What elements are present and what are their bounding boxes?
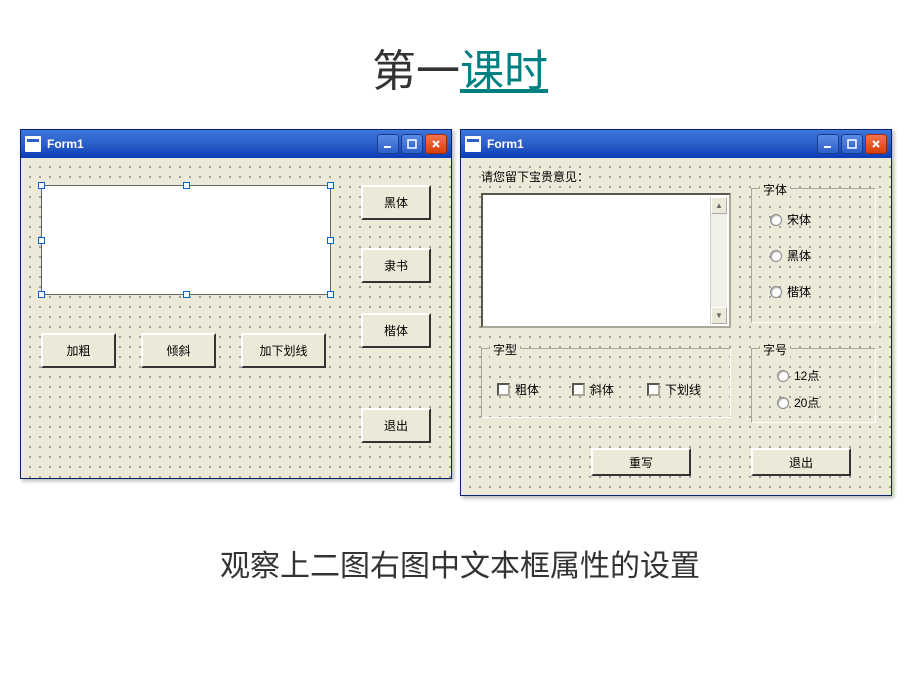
font-hei-radio[interactable]: 黑体: [770, 247, 811, 264]
size-12-radio[interactable]: 12点: [777, 367, 819, 384]
prompt-label: 请您留下宝贵意见：: [481, 168, 589, 185]
style-bold-check[interactable]: 粗体: [497, 381, 539, 398]
form1-window: Form1 黑体 隶书 楷体 加粗 倾斜: [20, 129, 452, 479]
form2-window-controls: [817, 134, 887, 154]
underline-button[interactable]: 加下划线: [241, 333, 326, 368]
form1-titlebar[interactable]: Form1: [21, 130, 451, 158]
radio-icon: [777, 370, 789, 382]
form1-textbox[interactable]: [41, 185, 331, 295]
checkbox-icon: [497, 383, 510, 396]
form1-app-icon: [25, 136, 41, 152]
style-group-title: 字型: [490, 341, 520, 358]
bold-button[interactable]: 加粗: [41, 333, 116, 368]
radio-icon: [770, 214, 782, 226]
size-20-radio[interactable]: 20点: [777, 394, 819, 411]
forms-container: Form1 黑体 隶书 楷体 加粗 倾斜: [0, 99, 920, 496]
form2-titlebar[interactable]: Form1: [461, 130, 891, 158]
title-link-part: 课时: [460, 47, 548, 96]
size-group-title: 字号: [760, 341, 790, 358]
form1-title-text: Form1: [47, 137, 84, 151]
checkbox-icon: [572, 383, 585, 396]
exit-button-2[interactable]: 退出: [751, 448, 851, 476]
scroll-up-button[interactable]: ▲: [711, 197, 727, 214]
minimize-button[interactable]: [377, 134, 399, 154]
maximize-button[interactable]: [841, 134, 863, 154]
radio-icon: [770, 286, 782, 298]
font-song-radio[interactable]: 宋体: [770, 211, 811, 228]
minimize-button[interactable]: [817, 134, 839, 154]
checkbox-icon: [647, 383, 660, 396]
exit-button[interactable]: 退出: [361, 408, 431, 443]
close-button[interactable]: [425, 134, 447, 154]
textbox-scrollbar[interactable]: ▲ ▼: [710, 197, 727, 324]
form1-window-controls: [377, 134, 447, 154]
maximize-button[interactable]: [401, 134, 423, 154]
radio-icon: [777, 397, 789, 409]
form2-app-icon: [465, 136, 481, 152]
close-button[interactable]: [865, 134, 887, 154]
size-groupbox: 字号 12点 20点: [751, 348, 876, 423]
font-groupbox: 字体 宋体 黑体 楷体: [751, 188, 876, 323]
rewrite-button[interactable]: 重写: [591, 448, 691, 476]
footer-text: 观察上二图右图中文本框属性的设置: [0, 496, 920, 585]
style-underline-check[interactable]: 下划线: [647, 381, 701, 398]
page-title: 第一课时: [0, 0, 920, 99]
form2-textbox[interactable]: ▲ ▼: [481, 193, 731, 328]
font-kai-radio[interactable]: 楷体: [770, 283, 811, 300]
title-part1: 第一: [372, 47, 460, 96]
kaiti-button[interactable]: 楷体: [361, 313, 431, 348]
style-groupbox: 字型 粗体 斜体 下划线: [481, 348, 731, 418]
form2-body: 请您留下宝贵意见： ▲ ▼ 字体 宋体 黑体: [461, 158, 891, 495]
scroll-down-button[interactable]: ▼: [711, 307, 727, 324]
radio-icon: [770, 250, 782, 262]
italic-button[interactable]: 倾斜: [141, 333, 216, 368]
form1-body: 黑体 隶书 楷体 加粗 倾斜 加下划线 退出: [21, 158, 451, 478]
form2-title-text: Form1: [487, 137, 524, 151]
heiti-button[interactable]: 黑体: [361, 185, 431, 220]
font-group-title: 字体: [760, 181, 790, 198]
form2-window: Form1 请您留下宝贵意见： ▲ ▼ 字体 宋体: [460, 129, 892, 496]
lishu-button[interactable]: 隶书: [361, 248, 431, 283]
style-italic-check[interactable]: 斜体: [572, 381, 614, 398]
